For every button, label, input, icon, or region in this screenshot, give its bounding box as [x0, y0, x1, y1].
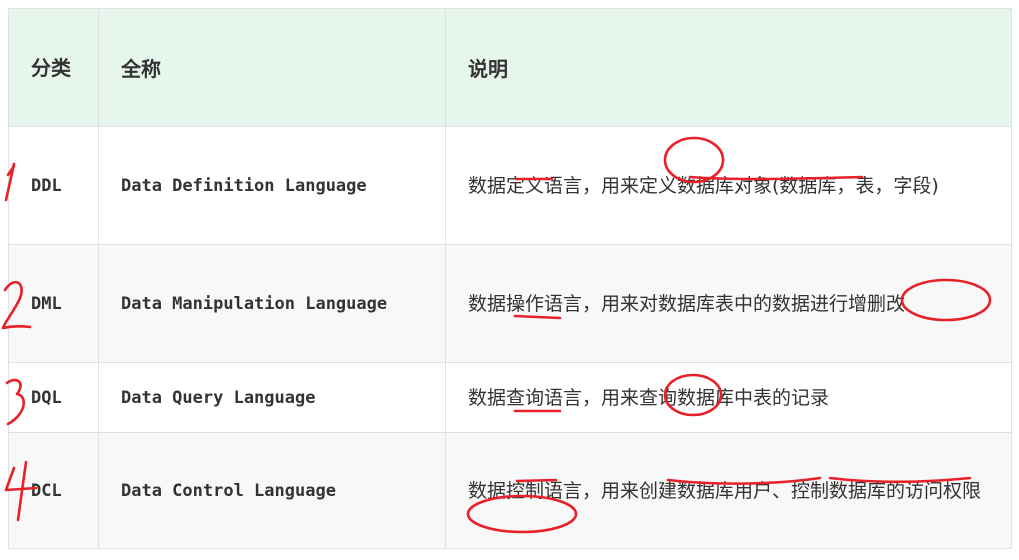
- header-category: 分类: [8, 8, 99, 127]
- sql-categories-table: 分类 全称 说明 DDL Data Definition Language 数据…: [8, 8, 1012, 549]
- header-row: 分类 全称 说明: [8, 8, 1012, 127]
- header-description: 说明: [445, 8, 1012, 127]
- row-full-name: Data Query Language: [98, 362, 446, 433]
- row-full-name: Data Manipulation Language: [98, 244, 446, 363]
- row-abbr: DQL: [8, 362, 99, 433]
- row-abbr: DDL: [8, 126, 99, 245]
- row-description: 数据控制语言，用来创建数据库用户、控制数据库的访问权限: [445, 432, 1012, 549]
- row-description: 数据定义语言，用来定义数据库对象(数据库，表，字段): [445, 126, 1012, 245]
- table-row: DML Data Manipulation Language 数据操作语言，用来…: [8, 244, 1012, 363]
- row-full-name: Data Control Language: [98, 432, 446, 549]
- row-abbr: DML: [8, 244, 99, 363]
- row-abbr: DCL: [8, 432, 99, 549]
- table-row: DCL Data Control Language 数据控制语言，用来创建数据库…: [8, 432, 1012, 549]
- row-full-name: Data Definition Language: [98, 126, 446, 245]
- table-row: DDL Data Definition Language 数据定义语言，用来定义…: [8, 126, 1012, 245]
- row-description: 数据操作语言，用来对数据库表中的数据进行增删改: [445, 244, 1012, 363]
- header-full-name: 全称: [98, 8, 446, 127]
- row-description: 数据查询语言，用来查询数据库中表的记录: [445, 362, 1012, 433]
- table-row: DQL Data Query Language 数据查询语言，用来查询数据库中表…: [8, 362, 1012, 433]
